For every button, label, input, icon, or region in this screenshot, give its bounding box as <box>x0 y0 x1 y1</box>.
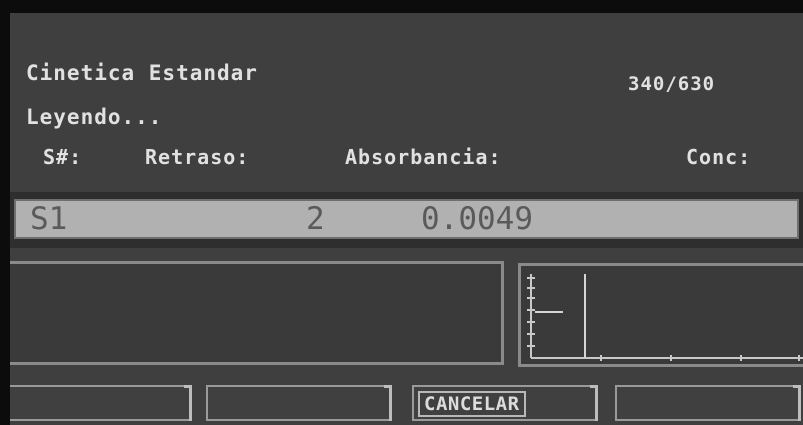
instrument-screen: Cinetica Estandar 340/630 Leyendo... S#:… <box>10 13 803 425</box>
softkey-4[interactable] <box>615 385 801 421</box>
sample-id: S1 <box>30 201 68 237</box>
column-header-sample: S#: <box>43 145 83 169</box>
cancel-button-label: CANCELAR <box>418 391 526 417</box>
column-header-conc: Conc: <box>686 145 752 169</box>
kinetic-graph <box>527 274 803 361</box>
left-panel <box>10 261 504 365</box>
kinetic-graph-panel <box>518 263 803 367</box>
softkey-bar: CANCELAR <box>10 377 803 425</box>
result-row: S1 2 0.0049 <box>14 199 799 239</box>
column-header-absorbance: Absorbancia: <box>345 145 502 169</box>
method-title: Cinetica Estandar <box>26 61 258 85</box>
delay-value: 2 <box>306 201 325 237</box>
cancel-button[interactable]: CANCELAR <box>412 385 598 421</box>
status-text: Leyendo... <box>26 105 163 129</box>
column-header-delay: Retraso: <box>145 145 250 169</box>
softkey-1[interactable] <box>10 385 192 421</box>
wavelength-readout: 340/630 <box>628 73 716 95</box>
softkey-2[interactable] <box>206 385 392 421</box>
absorbance-value: 0.0049 <box>421 201 533 237</box>
